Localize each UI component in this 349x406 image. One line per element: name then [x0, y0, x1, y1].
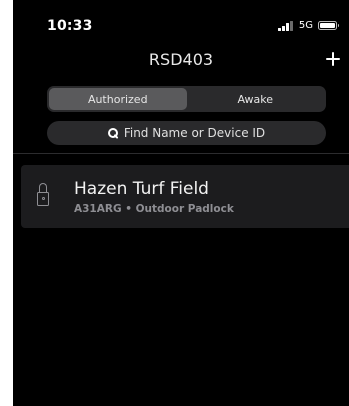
status-time: 10:33 — [47, 18, 93, 34]
tab-authorized[interactable]: Authorized — [49, 88, 187, 110]
padlock-icon — [37, 183, 49, 207]
page-title: RSD403 — [148, 50, 214, 69]
search-placeholder: Find Name or Device ID — [123, 126, 266, 140]
app-screen: 10:33 5G RSD403 Authorized Awake Find Na… — [13, 0, 349, 406]
header-divider — [13, 153, 349, 154]
network-type: 5G — [298, 20, 313, 31]
status-icons: 5G — [278, 20, 339, 31]
device-details: A31ARG • Outdoor Padlock — [74, 203, 234, 215]
plus-icon[interactable] — [324, 50, 342, 68]
cellular-signal-icon — [278, 20, 293, 31]
search-input[interactable]: Find Name or Device ID — [47, 121, 326, 145]
search-icon — [107, 128, 118, 138]
device-list-item[interactable]: Hazen Turf Field A31ARG • Outdoor Padloc… — [21, 165, 349, 228]
device-name: Hazen Turf Field — [74, 179, 209, 199]
battery-icon — [318, 21, 339, 30]
segmented-control: Authorized Awake — [47, 86, 326, 112]
tab-awake[interactable]: Awake — [187, 88, 325, 110]
